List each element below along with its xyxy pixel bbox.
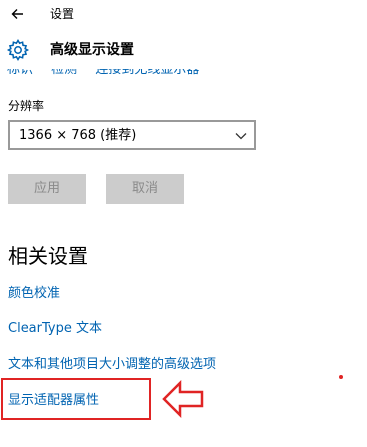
annotation-dot xyxy=(339,375,343,379)
back-button[interactable] xyxy=(6,2,30,26)
title-bar: 设置 xyxy=(0,0,367,28)
resolution-value: 1366 × 768 (推荐) xyxy=(19,128,137,143)
resolution-dropdown[interactable]: 1366 × 768 (推荐) xyxy=(8,120,256,150)
color-calibration-link[interactable]: 颜色校准 xyxy=(8,285,60,303)
apply-button[interactable]: 应用 xyxy=(8,174,86,204)
annotation-highlight-box xyxy=(1,378,151,420)
window-title: 设置 xyxy=(50,7,75,21)
scroll-mask xyxy=(0,63,367,69)
scrolled-links-row: 标识 检测 连接到无线显示器 xyxy=(0,63,367,81)
back-arrow-icon xyxy=(11,9,23,19)
gear-icon xyxy=(6,38,30,62)
cancel-button[interactable]: 取消 xyxy=(106,174,184,204)
related-settings-heading: 相关设置 xyxy=(8,244,88,268)
resolution-label: 分辨率 xyxy=(8,99,45,113)
chevron-down-icon xyxy=(235,133,247,140)
page-title: 高级显示设置 xyxy=(50,42,134,58)
annotation-arrow-icon xyxy=(162,380,204,418)
cleartype-text-link[interactable]: ClearType 文本 xyxy=(8,320,102,338)
advanced-sizing-link[interactable]: 文本和其他项目大小调整的高级选项 xyxy=(8,356,216,374)
